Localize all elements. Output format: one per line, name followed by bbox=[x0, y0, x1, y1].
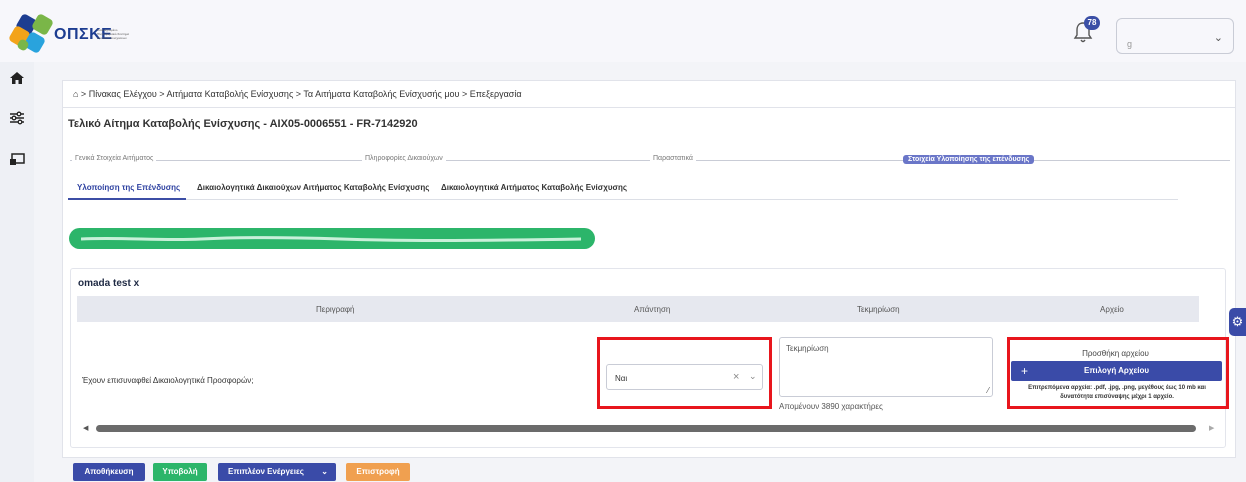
step-beneficiaries[interactable]: Πληροφορίες Δικαιούχων bbox=[362, 155, 446, 162]
tab-divider bbox=[68, 199, 1178, 200]
more-actions-button[interactable]: Επιπλέον Ενέργειες ⌄ bbox=[218, 463, 336, 481]
justification-placeholder: Τεκμηρίωση bbox=[786, 344, 829, 353]
remaining-characters: Απομένουν 3890 χαρακτήρες bbox=[779, 402, 883, 411]
sidebar bbox=[0, 62, 34, 482]
breadcrumb: ⌂ > Πίνακας Ελέγχου > Αιτήματα Καταβολής… bbox=[62, 80, 1236, 108]
top-bar: ΟΠΣΚΕ Ολοκληρωμένο Πληροφοριακό Σύστημα … bbox=[0, 0, 1246, 62]
page-title: Τελικό Αίτημα Καταβολής Ενίσχυσης - ΑΙΧ0… bbox=[68, 118, 418, 130]
monitor-icon[interactable] bbox=[9, 152, 25, 168]
gear-icon[interactable]: ⚙ bbox=[1229, 308, 1246, 336]
tab-beneficiary-documents[interactable]: Δικαιολογητικά Δικαιούχων Αιτήματος Κατα… bbox=[197, 183, 429, 192]
column-header-justification: Τεκμηρίωση bbox=[857, 305, 900, 314]
file-help-text: Επιτρεπόμενα αρχεία: .pdf, .jpg, .png, μ… bbox=[1028, 385, 1206, 400]
save-button[interactable]: Αποθήκευση bbox=[73, 463, 145, 481]
logo-subtitle: Ολοκληρωμένο Πληροφοριακό Σύστημα Κρατικ… bbox=[97, 28, 130, 40]
resize-handle-icon[interactable]: ⁄ bbox=[988, 386, 989, 395]
submit-button[interactable]: Υποβολή bbox=[153, 463, 207, 481]
answer-select[interactable]: Ναι × ⌄ bbox=[606, 364, 763, 390]
clear-icon[interactable]: × bbox=[733, 371, 739, 383]
notification-badge: 78 bbox=[1084, 16, 1100, 30]
back-button[interactable]: Επιστροφή bbox=[346, 463, 410, 481]
step-implementation[interactable]: Στοιχεία Υλοποίησης της επένδυσης bbox=[903, 155, 1035, 164]
choose-file-label: Επιλογή Αρχείου bbox=[1083, 366, 1150, 375]
column-header-file: Αρχείο bbox=[1100, 305, 1124, 314]
scroll-left-icon[interactable]: ◀ bbox=[83, 424, 88, 432]
column-header-answer: Απάντηση bbox=[634, 305, 671, 314]
group-title: omada test x bbox=[78, 278, 140, 289]
app-logo[interactable]: ΟΠΣΚΕ Ολοκληρωμένο Πληροφοριακό Σύστημα … bbox=[7, 12, 139, 55]
info-pill bbox=[69, 228, 595, 249]
step-general[interactable]: Γενικά Στοιχεία Αιτήματος bbox=[72, 155, 157, 162]
tab-request-documents[interactable]: Δικαιολογητικά Αιτήματος Καταβολής Ενίσχ… bbox=[441, 183, 627, 192]
tab-implementation[interactable]: Υλοποίηση της Επένδυσης bbox=[77, 183, 180, 192]
chevron-down-icon[interactable]: ⌄ bbox=[749, 371, 757, 382]
active-tab-indicator bbox=[68, 198, 186, 200]
add-file-label: Προσθήκη αρχείου bbox=[1082, 349, 1149, 358]
breadcrumb-text[interactable]: ⌂ > Πίνακας Ελέγχου > Αιτήματα Καταβολής… bbox=[73, 89, 522, 99]
question-text: Έχουν επισυναφθεί Δικαιολογητικά Προσφορ… bbox=[82, 376, 254, 385]
more-actions-label: Επιπλέον Ενέργειες bbox=[228, 467, 304, 476]
home-icon[interactable] bbox=[9, 70, 25, 86]
user-dropdown[interactable]: g ⌄ bbox=[1116, 18, 1234, 54]
justification-textarea[interactable]: Τεκμηρίωση ⁄ bbox=[779, 337, 993, 397]
column-header-description: Περιγραφή bbox=[316, 305, 355, 314]
step-documents[interactable]: Παραστατικά bbox=[650, 155, 696, 162]
scroll-right-icon[interactable]: ▶ bbox=[1209, 424, 1214, 432]
answer-value: Ναι bbox=[615, 374, 628, 383]
settings-sliders-icon[interactable] bbox=[9, 110, 25, 126]
choose-file-button[interactable]: + Επιλογή Αρχείου bbox=[1011, 361, 1222, 381]
user-name: g bbox=[1127, 39, 1133, 49]
scrollbar-thumb[interactable] bbox=[96, 425, 1196, 432]
chevron-down-icon: ⌄ bbox=[1213, 32, 1223, 44]
chevron-down-icon: ⌄ bbox=[321, 467, 328, 476]
horizontal-scrollbar[interactable]: ◀ ▶ bbox=[78, 424, 1218, 434]
